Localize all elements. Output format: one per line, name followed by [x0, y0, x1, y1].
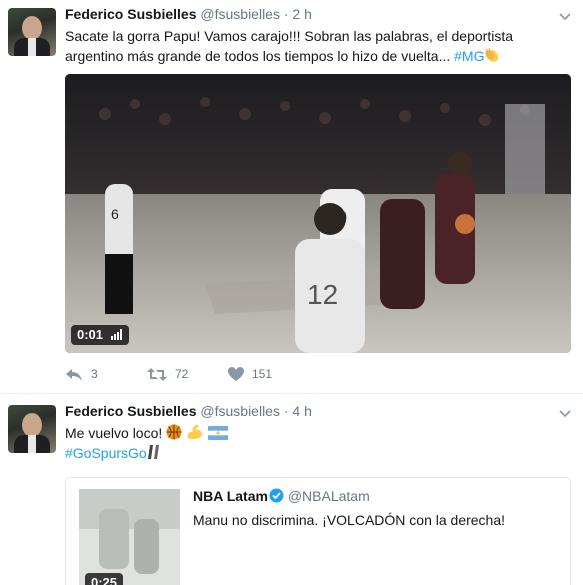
clapping-hands-icon	[485, 47, 499, 62]
quoted-video-duration: 0:25	[91, 575, 118, 585]
timestamp[interactable]: 4 h	[292, 403, 311, 419]
quoted-text: Manu no discrimina. ¡VOLCADÓN con la der…	[193, 512, 506, 528]
tweet-text-body: Sacate la gorra Papu! Vamos carajo!!! So…	[65, 28, 513, 64]
tweet-header: Federico Susbielles @fsusbielles · 4 h	[65, 403, 312, 419]
hashtag-link[interactable]: #MG	[454, 48, 484, 64]
chevron-down-icon[interactable]	[559, 407, 571, 419]
username[interactable]: @fsusbielles	[200, 6, 280, 22]
quoted-video-frame	[79, 489, 180, 585]
avatar-face	[22, 413, 42, 437]
argentina-flag-icon	[207, 426, 228, 440]
avatar-shirt	[28, 38, 36, 56]
avatar[interactable]	[8, 8, 56, 56]
reply-count: 3	[91, 367, 98, 381]
reply-icon	[66, 369, 82, 381]
fullname[interactable]: Federico Susbielles	[65, 403, 197, 419]
reply-button[interactable]: 3	[65, 365, 98, 383]
tweet[interactable]: Federico Susbielles @fsusbielles · 2 h S…	[0, 0, 583, 394]
basketball-icon	[166, 424, 182, 440]
video-duration-badge: 0:01	[71, 325, 129, 345]
avatar-face	[22, 16, 42, 40]
timestamp[interactable]: 2 h	[292, 6, 311, 22]
quoted-video-thumbnail[interactable]: 0:25	[79, 489, 180, 585]
quoted-author: NBA Latam @NBALatam	[193, 488, 370, 504]
retweet-icon	[147, 368, 167, 381]
flexed-biceps-icon	[187, 424, 203, 439]
chevron-down-icon[interactable]	[559, 10, 571, 22]
heart-icon	[228, 367, 244, 381]
avatar[interactable]	[8, 405, 56, 453]
tweet[interactable]: Federico Susbielles @fsusbielles · 4 h M…	[0, 395, 583, 585]
tweet-text: Me vuelvo loco! #GoSpursGo	[65, 423, 570, 463]
retweet-button[interactable]: 72	[147, 365, 188, 383]
tweet-text-body: Me vuelvo loco!	[65, 425, 167, 441]
hashtag-link[interactable]: #GoSpursGo	[65, 445, 147, 461]
video-player[interactable]: 6 20 12 0:01	[65, 74, 571, 353]
quoted-username[interactable]: @NBALatam	[288, 488, 370, 504]
video-frame: 6 20 12	[65, 74, 571, 353]
time-separator: ·	[283, 6, 289, 22]
like-count: 151	[252, 367, 273, 381]
quoted-fullname[interactable]: NBA Latam	[193, 488, 268, 504]
time-separator: ·	[283, 403, 289, 419]
volume-icon[interactable]	[110, 329, 123, 340]
tweet-header: Federico Susbielles @fsusbielles · 2 h	[65, 6, 312, 22]
verified-badge-icon	[269, 488, 284, 503]
tweet-text: Sacate la gorra Papu! Vamos carajo!!! So…	[65, 26, 570, 66]
jersey-number: 12	[307, 279, 338, 310]
username[interactable]: @fsusbielles	[200, 403, 280, 419]
player-6: 6	[105, 184, 133, 314]
quoted-tweet[interactable]: 0:25 NBA Latam @NBALatam Manu no discrim…	[65, 477, 571, 585]
avatar-shirt	[28, 435, 36, 453]
fullname[interactable]: Federico Susbielles	[65, 6, 197, 22]
spurs-icon	[147, 445, 159, 459]
quoted-video-duration-badge: 0:25	[85, 573, 124, 585]
jersey-number: 6	[111, 206, 119, 222]
video-duration: 0:01	[77, 327, 104, 342]
retweet-count: 72	[175, 367, 189, 381]
like-button[interactable]: 151	[228, 365, 272, 383]
